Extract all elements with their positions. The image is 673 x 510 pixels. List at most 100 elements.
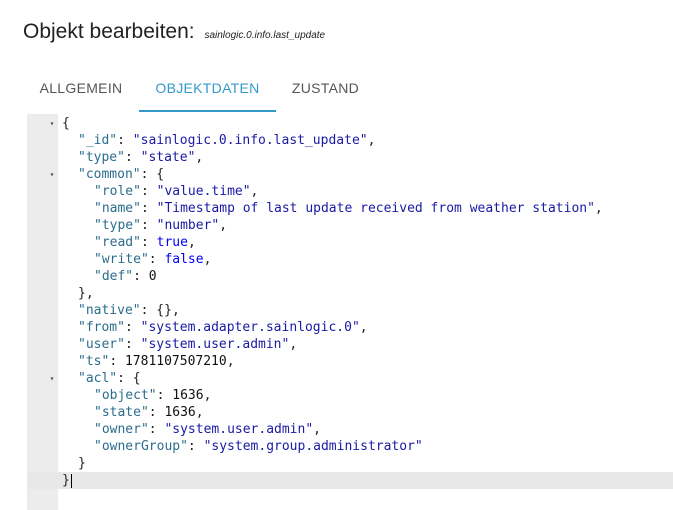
json-colon: : <box>140 235 157 250</box>
code-line: "_id": "sainlogic.0.info.last_update", <box>27 132 673 149</box>
code-text: "type": "number", <box>94 217 227 234</box>
json-comma: , <box>289 337 298 352</box>
json-colon: : <box>187 439 204 454</box>
json-key: "acl" <box>78 371 118 386</box>
json-colon: : <box>124 337 141 352</box>
code-line: ▾ "common": { <box>27 166 673 183</box>
code-line: ▾ "acl": { <box>27 370 673 387</box>
code-line: "owner": "system.user.admin", <box>27 421 673 438</box>
json-comma: , <box>219 218 228 233</box>
json-number: 1781107507210 <box>124 354 227 369</box>
code-line: "object": 1636, <box>27 387 673 404</box>
json-number: 0 <box>148 269 157 284</box>
json-key: "def" <box>94 269 134 284</box>
code-line: } <box>27 472 673 489</box>
code-line: "name": "Timestamp of last update receiv… <box>27 200 673 217</box>
tab-objektdaten[interactable]: OBJEKTDATEN <box>139 68 276 112</box>
code-area[interactable]: ▾{"_id": "sainlogic.0.info.last_update",… <box>27 114 673 489</box>
json-key: "from" <box>78 320 125 335</box>
json-comma: , <box>367 133 376 148</box>
code-line: "ts": 1781107507210, <box>27 353 673 370</box>
code-text: "read": true, <box>94 234 196 251</box>
json-colon: : <box>148 252 165 267</box>
code-text: "native": {}, <box>78 302 180 319</box>
tab-allgemein[interactable]: ALLGEMEIN <box>23 68 139 110</box>
code-text: } <box>78 455 86 472</box>
json-key: "type" <box>94 218 141 233</box>
json-editor[interactable]: ▾{"_id": "sainlogic.0.info.last_update",… <box>27 114 673 510</box>
object-id-label: sainlogic.0.info.last_update <box>204 30 326 41</box>
json-comma: , <box>359 320 368 335</box>
json-key: "ownerGroup" <box>94 439 188 454</box>
json-comma: , <box>226 354 235 369</box>
code-line: "type": "state", <box>27 149 673 166</box>
code-text: "type": "state", <box>78 149 203 166</box>
code-line: "from": "system.adapter.sainlogic.0", <box>27 319 673 336</box>
json-boolean: false <box>164 252 204 267</box>
code-line: "write": false, <box>27 251 673 268</box>
json-string: "sainlogic.0.info.last_update" <box>132 133 368 148</box>
tab-zustand[interactable]: ZUSTAND <box>276 68 375 110</box>
json-key: "read" <box>94 235 141 250</box>
code-line: "user": "system.user.admin", <box>27 336 673 353</box>
json-key: "object" <box>94 388 157 403</box>
json-colon: : <box>156 388 173 403</box>
json-colon: : <box>133 269 149 284</box>
json-colon: : <box>117 133 133 148</box>
code-text: { <box>62 115 70 132</box>
code-text: "state": 1636, <box>94 404 204 421</box>
text-cursor <box>70 473 72 488</box>
json-brace: } <box>62 473 70 488</box>
code-line: ▾{ <box>27 115 673 132</box>
code-text: "name": "Timestamp of last update receiv… <box>94 200 603 217</box>
json-brace: } <box>78 456 86 471</box>
json-number: 1636 <box>172 388 204 403</box>
code-line: "native": {}, <box>27 302 673 319</box>
json-colon: : <box>140 184 157 199</box>
json-brace: { <box>62 116 70 131</box>
json-boolean: true <box>156 235 188 250</box>
json-colon: : <box>124 320 141 335</box>
code-text: "write": false, <box>94 251 211 268</box>
fold-toggle-icon[interactable]: ▾ <box>47 115 57 132</box>
code-line: "role": "value.time", <box>27 183 673 200</box>
dialog-title: Objekt bearbeiten: sainlogic.0.info.last… <box>23 20 325 44</box>
json-string: "system.user.admin" <box>140 337 290 352</box>
json-key: "owner" <box>94 422 149 437</box>
code-text: "ts": 1781107507210, <box>78 353 235 370</box>
json-string: "system.user.admin" <box>164 422 314 437</box>
json-string: "system.group.administrator" <box>203 439 423 454</box>
json-colon: : <box>148 405 165 420</box>
json-brace: { <box>156 167 165 182</box>
code-text: "acl": { <box>78 370 141 387</box>
json-comma: , <box>195 150 204 165</box>
json-key: "write" <box>94 252 149 267</box>
json-comma: , <box>85 286 94 301</box>
json-number: 1636 <box>164 405 196 420</box>
json-comma: , <box>250 184 259 199</box>
json-colon: : <box>117 371 133 386</box>
json-string: "value.time" <box>156 184 251 199</box>
json-colon: : <box>140 218 157 233</box>
code-text: "from": "system.adapter.sainlogic.0", <box>78 319 368 336</box>
code-text: "role": "value.time", <box>94 183 258 200</box>
fold-toggle-icon[interactable]: ▾ <box>47 166 57 183</box>
json-colon: : <box>109 354 125 369</box>
fold-toggle-icon[interactable]: ▾ <box>47 370 57 387</box>
json-key: "type" <box>78 150 125 165</box>
json-object: {} <box>156 303 172 318</box>
json-string: "state" <box>140 150 196 165</box>
code-text: "_id": "sainlogic.0.info.last_update", <box>78 132 375 149</box>
json-key: "state" <box>94 405 149 420</box>
code-text: "object": 1636, <box>94 387 211 404</box>
code-line: "read": true, <box>27 234 673 251</box>
json-key: "name" <box>94 201 141 216</box>
json-comma: , <box>203 388 212 403</box>
json-colon: : <box>140 303 157 318</box>
json-comma: , <box>313 422 321 437</box>
code-line: }, <box>27 285 673 302</box>
json-key: "_id" <box>78 133 118 148</box>
code-text: "def": 0 <box>94 268 157 285</box>
json-comma: , <box>195 405 204 420</box>
json-brace: { <box>132 371 141 386</box>
